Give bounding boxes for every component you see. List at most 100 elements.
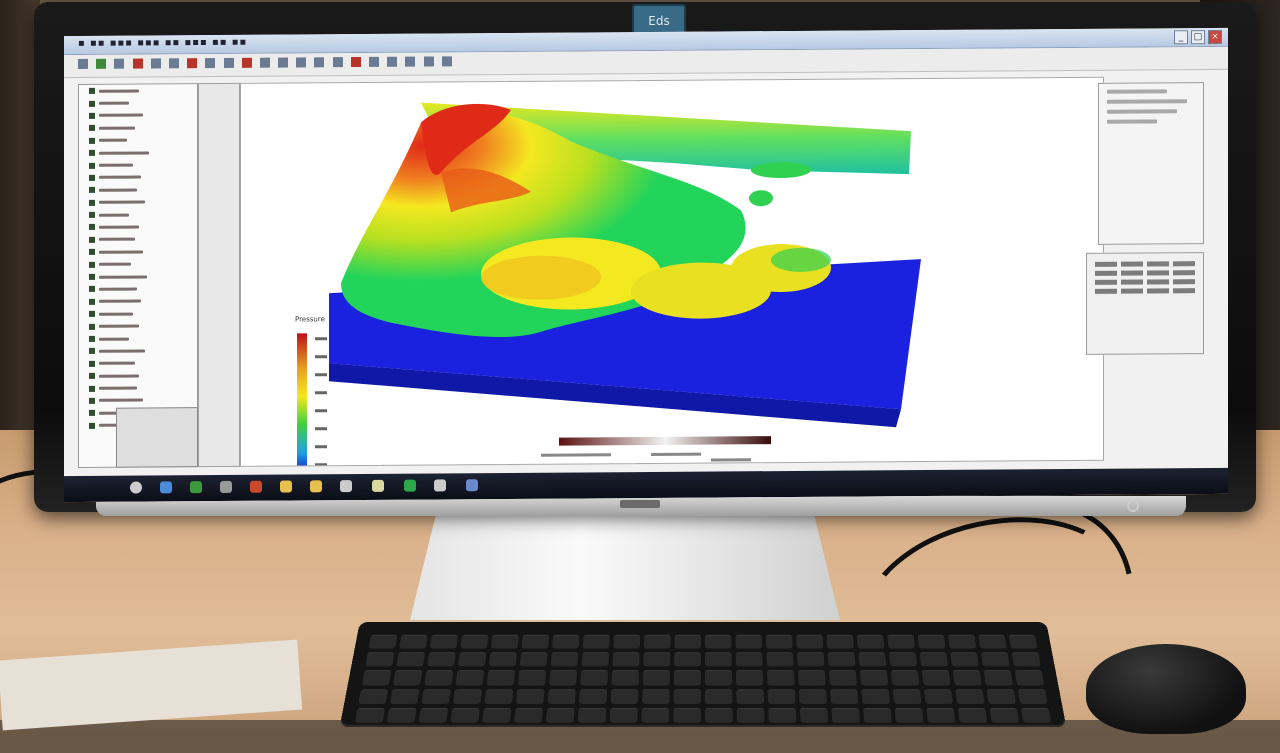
- tree-node-icon: [89, 137, 95, 144]
- tree-item-label: [99, 374, 139, 378]
- tool-icon[interactable]: [441, 56, 452, 67]
- tree-item[interactable]: [89, 146, 197, 159]
- tree-item-label: [99, 200, 145, 205]
- keyboard: [339, 622, 1067, 727]
- keyboard-key: [354, 707, 386, 723]
- tree-item[interactable]: [89, 97, 197, 110]
- keyboard-key: [986, 688, 1017, 704]
- tool-icon[interactable]: [405, 56, 416, 67]
- tool-icon[interactable]: [168, 58, 179, 69]
- tool-icon[interactable]: [132, 58, 143, 69]
- tool-icon[interactable]: [241, 57, 252, 68]
- tree-item-label: [99, 188, 137, 192]
- keyboard-key: [926, 707, 956, 723]
- tree-item[interactable]: [89, 220, 197, 233]
- folder-icon[interactable]: [280, 480, 292, 493]
- tree-node-icon: [89, 335, 95, 342]
- window-close-icon[interactable]: ×: [1208, 29, 1222, 45]
- tree-item-label: [99, 312, 133, 316]
- tree-item[interactable]: [89, 84, 197, 97]
- tree-item[interactable]: [89, 332, 197, 345]
- window-maximize-icon[interactable]: □: [1191, 30, 1205, 45]
- tree-item[interactable]: [89, 208, 197, 221]
- tree-node-icon: [89, 224, 95, 231]
- legend-ticks: [315, 337, 327, 467]
- app-icon[interactable]: [340, 480, 352, 493]
- folder-icon[interactable]: [310, 480, 322, 493]
- tool-icon[interactable]: [78, 58, 88, 69]
- tree-item[interactable]: [89, 382, 197, 395]
- keyboard-key: [1014, 670, 1045, 686]
- tree-item[interactable]: [89, 258, 197, 271]
- tool-icon[interactable]: [187, 58, 198, 69]
- tree-item[interactable]: [89, 307, 197, 320]
- keyboard-key: [421, 688, 451, 704]
- app-icon[interactable]: [190, 481, 202, 494]
- keyboard-key: [641, 707, 670, 723]
- app-icon[interactable]: [220, 480, 232, 493]
- tree-item[interactable]: [89, 357, 197, 370]
- app-icon[interactable]: [434, 479, 446, 492]
- tree-item[interactable]: [89, 369, 197, 382]
- tree-item[interactable]: [89, 282, 197, 295]
- 3d-viewport[interactable]: Pressure: [240, 76, 1104, 474]
- app-icon[interactable]: [372, 479, 384, 492]
- start-icon[interactable]: [130, 481, 142, 494]
- tool-icon[interactable]: [350, 56, 361, 68]
- tree-item[interactable]: [89, 320, 197, 333]
- tool-icon[interactable]: [278, 57, 289, 68]
- keyboard-key: [923, 688, 954, 704]
- tool-icon[interactable]: [369, 56, 379, 67]
- keyboard-key: [952, 670, 982, 686]
- tree-item[interactable]: [89, 295, 197, 308]
- tree-item[interactable]: [89, 183, 197, 196]
- keyboard-key: [704, 652, 732, 667]
- tool-icon[interactable]: [205, 58, 216, 69]
- tool-icon[interactable]: [423, 56, 434, 67]
- tree-item[interactable]: [89, 158, 197, 171]
- tool-icon[interactable]: [314, 57, 325, 68]
- tree-item[interactable]: [89, 134, 197, 147]
- tree-item[interactable]: [89, 121, 197, 134]
- tree-item[interactable]: [89, 270, 197, 283]
- app-icon[interactable]: [250, 480, 262, 493]
- tool-icon[interactable]: [150, 58, 161, 69]
- tree-item[interactable]: [89, 394, 197, 407]
- keyboard-key: [704, 670, 733, 686]
- keyboard-key: [486, 670, 516, 686]
- keyboard-key: [989, 707, 1020, 723]
- keyboard-key: [577, 707, 607, 723]
- browser-icon[interactable]: [160, 481, 172, 494]
- tree-item[interactable]: [89, 196, 197, 209]
- tree-item[interactable]: [89, 171, 197, 184]
- power-button-icon[interactable]: [1127, 500, 1139, 512]
- window-minimize-icon[interactable]: _: [1174, 30, 1188, 45]
- app-icon[interactable]: [404, 479, 416, 492]
- tree-item[interactable]: [89, 245, 197, 258]
- tree-node-icon: [89, 187, 95, 194]
- tool-icon[interactable]: [96, 58, 107, 69]
- computer-mouse: [1086, 644, 1246, 734]
- toolbar-icons: [78, 56, 456, 70]
- keyboard-key: [957, 707, 988, 723]
- keyboard-key: [983, 670, 1014, 686]
- tree-item[interactable]: [89, 344, 197, 357]
- tool-icon[interactable]: [259, 57, 270, 68]
- tool-icon[interactable]: [387, 56, 398, 67]
- tree-item[interactable]: [89, 109, 197, 122]
- tree-item-label: [99, 262, 131, 266]
- tool-icon[interactable]: [114, 58, 125, 69]
- tool-icon[interactable]: [296, 57, 307, 68]
- tool-icon[interactable]: [223, 57, 234, 68]
- keyboard-key: [735, 652, 763, 667]
- properties-panel: [1098, 82, 1204, 245]
- tree-item-label: [99, 287, 137, 291]
- keyboard-key: [612, 652, 640, 667]
- tree-item[interactable]: [89, 233, 197, 246]
- app-icon[interactable]: [466, 479, 478, 492]
- tool-icon[interactable]: [332, 57, 343, 68]
- keyboard-key: [890, 670, 920, 686]
- keyboard-key: [1020, 707, 1052, 723]
- keyboard-key: [705, 707, 733, 723]
- keyboard-key: [980, 652, 1010, 667]
